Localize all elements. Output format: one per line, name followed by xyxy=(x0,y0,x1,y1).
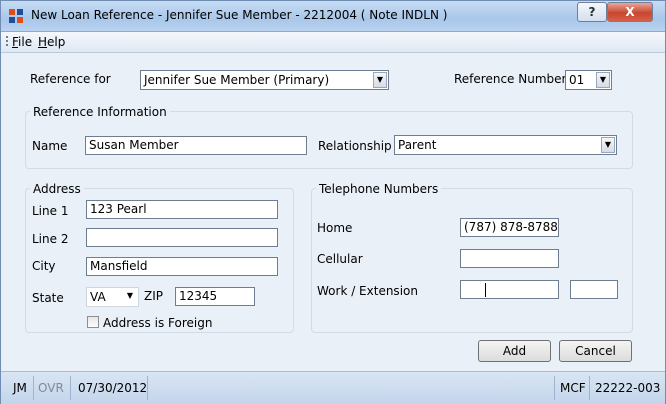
reference-number-select[interactable]: 01 ▼ xyxy=(565,70,612,90)
app-logo-icon xyxy=(9,9,23,23)
chevron-down-icon[interactable]: ▼ xyxy=(596,72,610,88)
status-mode: MCF xyxy=(560,381,586,395)
line1-field[interactable]: 123 Pearl xyxy=(86,200,278,219)
reference-for-label: Reference for xyxy=(30,72,111,86)
close-button[interactable]: X xyxy=(607,2,653,22)
home-phone-field[interactable]: (787) 878-8788 xyxy=(460,218,559,237)
zip-field[interactable]: 12345 xyxy=(175,287,255,306)
menu-file[interactable]: File xyxy=(12,35,32,49)
work-phone-field[interactable] xyxy=(460,280,559,299)
name-field[interactable]: Susan Member xyxy=(85,136,307,155)
menu-file-label: ile xyxy=(18,35,33,49)
window-title: New Loan Reference - Jennifer Sue Member… xyxy=(31,8,448,22)
home-label: Home xyxy=(317,221,353,235)
chevron-down-icon[interactable]: ▼ xyxy=(601,137,615,153)
reference-for-select[interactable]: Jennifer Sue Member (Primary) ▼ xyxy=(140,70,389,90)
city-field[interactable]: Mansfield xyxy=(86,257,278,276)
text-cursor xyxy=(485,283,486,297)
menu-help-label: elp xyxy=(47,35,66,49)
menu-help-accel: H xyxy=(38,35,48,49)
status-divider xyxy=(589,376,590,400)
work-extension-label: Work / Extension xyxy=(317,284,418,298)
menu-help[interactable]: Help xyxy=(38,35,65,49)
line2-label: Line 2 xyxy=(32,232,69,246)
status-divider xyxy=(554,376,555,400)
menu-grip-icon[interactable] xyxy=(6,36,8,48)
status-ovr: OVR xyxy=(38,381,64,395)
relationship-select[interactable]: Parent ▼ xyxy=(394,135,617,155)
reference-for-value: Jennifer Sue Member (Primary) xyxy=(144,73,330,87)
zip-label: ZIP xyxy=(144,289,163,303)
address-title: Address xyxy=(30,182,84,196)
line1-label: Line 1 xyxy=(32,204,69,218)
city-label: City xyxy=(32,259,56,273)
state-value: VA xyxy=(90,290,106,304)
reference-information-title: Reference Information xyxy=(30,105,170,119)
cellular-phone-field[interactable] xyxy=(460,249,559,268)
relationship-value: Parent xyxy=(398,138,437,152)
work-extension-field[interactable] xyxy=(570,280,618,299)
status-code: 22222-003 xyxy=(595,381,661,395)
status-user: JM xyxy=(13,381,27,395)
reference-number-value: 01 xyxy=(569,73,585,87)
address-foreign-label: Address is Foreign xyxy=(103,316,213,330)
status-divider xyxy=(33,376,34,400)
name-label: Name xyxy=(32,139,68,153)
menu-bar: File Help xyxy=(1,32,665,53)
status-bar: JM OVR 07/30/2012 MCF 22222-003 xyxy=(1,371,665,404)
relationship-label: Relationship xyxy=(318,139,392,153)
status-date: 07/30/2012 xyxy=(78,381,148,395)
status-divider xyxy=(147,376,148,400)
state-label: State xyxy=(32,291,64,305)
cancel-button[interactable]: Cancel xyxy=(559,340,632,362)
help-button[interactable]: ? xyxy=(577,2,607,22)
add-button[interactable]: Add xyxy=(478,340,551,362)
status-divider xyxy=(70,376,71,400)
cellular-label: Cellular xyxy=(317,252,363,266)
title-bar: New Loan Reference - Jennifer Sue Member… xyxy=(1,1,665,32)
state-select[interactable]: VA ▼ xyxy=(86,287,139,307)
chevron-down-icon[interactable]: ▼ xyxy=(373,72,387,88)
reference-number-label: Reference Number xyxy=(454,72,567,86)
loan-reference-window: New Loan Reference - Jennifer Sue Member… xyxy=(0,0,666,404)
address-foreign-checkbox[interactable] xyxy=(87,316,99,328)
telephone-numbers-title: Telephone Numbers xyxy=(316,182,442,196)
chevron-down-icon[interactable]: ▼ xyxy=(123,289,137,305)
line2-field[interactable] xyxy=(86,228,278,247)
